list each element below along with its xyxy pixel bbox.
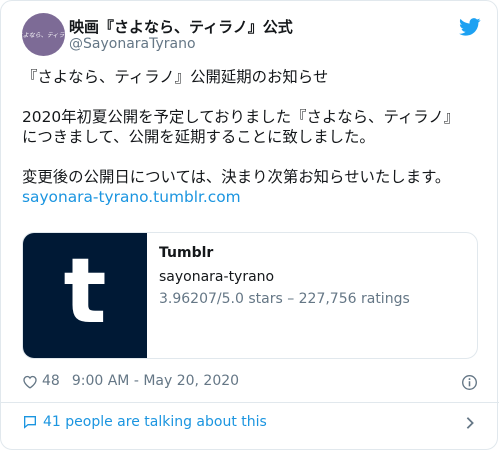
tweet-line: 2020年初夏公開を予定しておりました『さよなら、ティラノ』 [22, 108, 460, 126]
tweet-line: 変更後の公開日については、決まり次第お知らせいたします。 [22, 168, 451, 186]
tumblr-logo-letter: t [63, 238, 107, 344]
divider [1, 402, 499, 403]
chat-bubble-icon [24, 416, 36, 429]
author-name[interactable]: 映画『さよなら、ティラノ』公式 [69, 16, 293, 37]
timestamp[interactable]: 9:00 AM - May 20, 2020 [72, 373, 239, 389]
link-preview-card[interactable]: t Tumblr sayonara-tyrano 3.96207/5.0 sta… [22, 232, 478, 359]
tweet-meta: 48 9:00 AM - May 20, 2020 [22, 373, 239, 389]
preview-title: Tumblr [159, 245, 214, 261]
preview-domain: sayonara-tyrano [159, 269, 275, 285]
author-handle[interactable]: @SayonaraTyrano [69, 36, 196, 52]
tweet-link[interactable]: sayonara-tyrano.tumblr.com [22, 188, 241, 206]
info-icon[interactable] [461, 374, 478, 391]
conversation-link[interactable]: 41 people are talking about this [22, 414, 267, 430]
tweet-card: さよなら、ティラノ 映画『さよなら、ティラノ』公式 @SayonaraTyran… [0, 0, 499, 450]
conversation-count[interactable]: 41 people are talking about this [43, 414, 267, 430]
tweet-text: 『さよなら、ティラノ』公開延期のお知らせ 2020年初夏公開を予定しておりました… [22, 67, 484, 207]
chevron-right-icon[interactable] [465, 416, 475, 430]
tumblr-logo-icon: t [23, 233, 147, 358]
avatar-text: さよなら、ティラノ [22, 32, 65, 39]
tweet-line: につきまして、公開を延期することに致しました。 [22, 128, 375, 146]
avatar[interactable]: さよなら、ティラノ [22, 13, 65, 56]
tweet-line: 『さよなら、ティラノ』公開延期のお知らせ [22, 68, 329, 86]
preview-description: 3.96207/5.0 stars – 227,756 ratings [159, 291, 410, 307]
twitter-bird-icon[interactable] [459, 18, 481, 36]
heart-icon[interactable] [22, 374, 38, 389]
like-count[interactable]: 48 [42, 373, 60, 389]
